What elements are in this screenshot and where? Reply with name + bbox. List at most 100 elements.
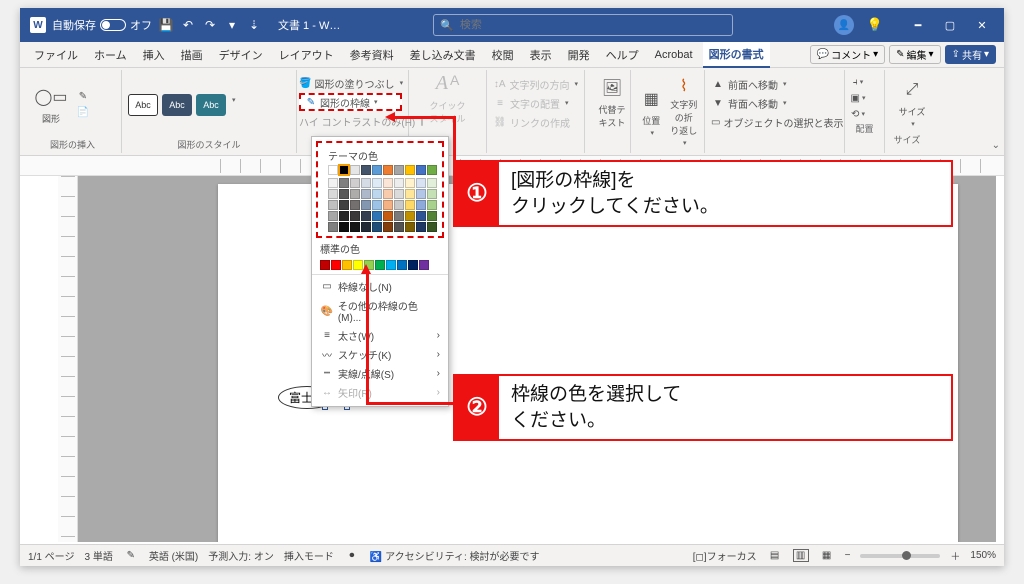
shape-outline-button[interactable]: ✎図形の枠線 xyxy=(299,93,402,111)
bring-forward-button[interactable]: ▲前面へ移動 xyxy=(711,75,838,93)
color-swatch[interactable] xyxy=(416,222,426,232)
share-button[interactable]: ⇪ 共有 ▾ xyxy=(945,45,996,64)
dashes-item[interactable]: ┅実線/点線(S)› xyxy=(312,364,448,383)
tab-draw[interactable]: 描画 xyxy=(175,43,209,67)
color-swatch[interactable] xyxy=(328,165,338,175)
tab-insert[interactable]: 挿入 xyxy=(137,43,171,67)
color-swatch[interactable] xyxy=(372,200,382,210)
zoom-out-button[interactable]: − xyxy=(845,550,851,561)
autosave-toggle[interactable]: 自動保存 オフ xyxy=(52,17,152,33)
style-preset-2[interactable]: Abc xyxy=(162,94,192,116)
color-swatch[interactable] xyxy=(350,211,360,221)
color-swatch[interactable] xyxy=(416,178,426,188)
tab-view[interactable]: 表示 xyxy=(524,43,558,67)
color-swatch[interactable] xyxy=(342,260,352,270)
minimize-button[interactable]: ━ xyxy=(902,11,934,39)
color-swatch[interactable] xyxy=(397,260,407,270)
color-swatch[interactable] xyxy=(427,211,437,221)
color-swatch[interactable] xyxy=(339,165,349,175)
tab-acrobat[interactable]: Acrobat xyxy=(649,45,699,65)
zoom-slider[interactable] xyxy=(860,554,940,558)
web-layout-icon[interactable]: ▦ xyxy=(819,550,835,561)
color-swatch[interactable] xyxy=(350,200,360,210)
quick-style-button[interactable]: クイック スタイル xyxy=(429,99,465,125)
text-wrap-button[interactable]: ⌇文字列の折 り返し xyxy=(670,82,699,142)
color-swatch[interactable] xyxy=(361,200,371,210)
color-swatch[interactable] xyxy=(383,211,393,221)
color-swatch[interactable] xyxy=(361,222,371,232)
color-swatch[interactable] xyxy=(350,222,360,232)
color-swatch[interactable] xyxy=(320,260,330,270)
color-swatch[interactable] xyxy=(405,200,415,210)
color-swatch[interactable] xyxy=(328,211,338,221)
tab-developer[interactable]: 開発 xyxy=(562,43,596,67)
create-link-button[interactable]: ⛓リンクの作成 xyxy=(493,113,578,131)
customize-icon[interactable]: ▾ xyxy=(224,17,240,33)
undo-icon[interactable]: ↶ xyxy=(180,17,196,33)
tab-mailings[interactable]: 差し込み文書 xyxy=(404,43,482,67)
shape-fill-button[interactable]: 🪣図形の塗りつぶし xyxy=(299,74,402,92)
group-objects-button[interactable]: ▣ xyxy=(851,91,865,105)
close-button[interactable]: ✕ xyxy=(966,11,998,39)
color-swatch[interactable] xyxy=(328,178,338,188)
tab-file[interactable]: ファイル xyxy=(28,43,84,67)
tab-layout[interactable]: レイアウト xyxy=(273,43,340,67)
color-swatch[interactable] xyxy=(350,165,360,175)
color-swatch[interactable] xyxy=(427,200,437,210)
status-ime[interactable]: 予測入力: オン xyxy=(208,548,274,563)
vertical-ruler[interactable] xyxy=(58,176,78,542)
color-swatch[interactable] xyxy=(350,189,360,199)
color-swatch[interactable] xyxy=(339,222,349,232)
color-swatch[interactable] xyxy=(361,211,371,221)
send-backward-button[interactable]: ▼背面へ移動 xyxy=(711,94,838,112)
status-mode[interactable]: 挿入モード xyxy=(284,548,334,563)
color-swatch[interactable] xyxy=(372,178,382,188)
color-swatch[interactable] xyxy=(416,189,426,199)
color-swatch[interactable] xyxy=(372,211,382,221)
color-swatch[interactable] xyxy=(394,222,404,232)
search-box[interactable]: 🔍 xyxy=(433,14,733,36)
color-swatch[interactable] xyxy=(372,222,382,232)
color-swatch[interactable] xyxy=(408,260,418,270)
more-colors-item[interactable]: 🎨その他の枠線の色(M)... xyxy=(312,296,448,326)
qat-more-icon[interactable]: ⇣ xyxy=(246,17,262,33)
color-swatch[interactable] xyxy=(427,189,437,199)
color-swatch[interactable] xyxy=(394,165,404,175)
color-swatch[interactable] xyxy=(394,178,404,188)
color-swatch[interactable] xyxy=(339,200,349,210)
tab-home[interactable]: ホーム xyxy=(88,43,133,67)
zoom-level[interactable]: 150% xyxy=(970,550,996,561)
color-swatch[interactable] xyxy=(383,165,393,175)
shapes-gallery-button[interactable]: ◯▭ 図形 xyxy=(30,75,72,135)
color-swatch[interactable] xyxy=(394,211,404,221)
status-words[interactable]: 3 単語 xyxy=(84,548,112,563)
print-layout-icon[interactable]: ▥ xyxy=(793,549,809,562)
color-swatch[interactable] xyxy=(361,165,371,175)
align-button[interactable]: ⫞ xyxy=(851,75,865,89)
color-swatch[interactable] xyxy=(405,165,415,175)
color-swatch[interactable] xyxy=(375,260,385,270)
tab-help[interactable]: ヘルプ xyxy=(600,43,645,67)
color-swatch[interactable] xyxy=(339,178,349,188)
edit-shape-icon[interactable]: ✎ xyxy=(76,90,90,104)
color-swatch[interactable] xyxy=(372,165,382,175)
spellcheck-icon[interactable]: ✎ xyxy=(123,550,139,561)
color-swatch[interactable] xyxy=(416,211,426,221)
sketch-item[interactable]: 〰スケッチ(K)› xyxy=(312,345,448,364)
color-swatch[interactable] xyxy=(419,260,429,270)
color-swatch[interactable] xyxy=(383,200,393,210)
color-swatch[interactable] xyxy=(405,178,415,188)
zoom-in-button[interactable]: ＋ xyxy=(950,548,960,563)
status-page[interactable]: 1/1 ページ xyxy=(28,548,74,563)
color-swatch[interactable] xyxy=(339,211,349,221)
size-button[interactable]: ⤢ サイズ xyxy=(891,72,933,132)
color-swatch[interactable] xyxy=(383,222,393,232)
tab-design[interactable]: デザイン xyxy=(213,43,269,67)
color-swatch[interactable] xyxy=(328,189,338,199)
color-swatch[interactable] xyxy=(383,178,393,188)
macro-icon[interactable]: ⏺ xyxy=(344,550,360,561)
collapse-ribbon-button[interactable]: ⌄ xyxy=(992,140,1000,151)
color-swatch[interactable] xyxy=(427,222,437,232)
profile-avatar[interactable]: 👤 xyxy=(834,15,854,35)
color-swatch[interactable] xyxy=(416,165,426,175)
